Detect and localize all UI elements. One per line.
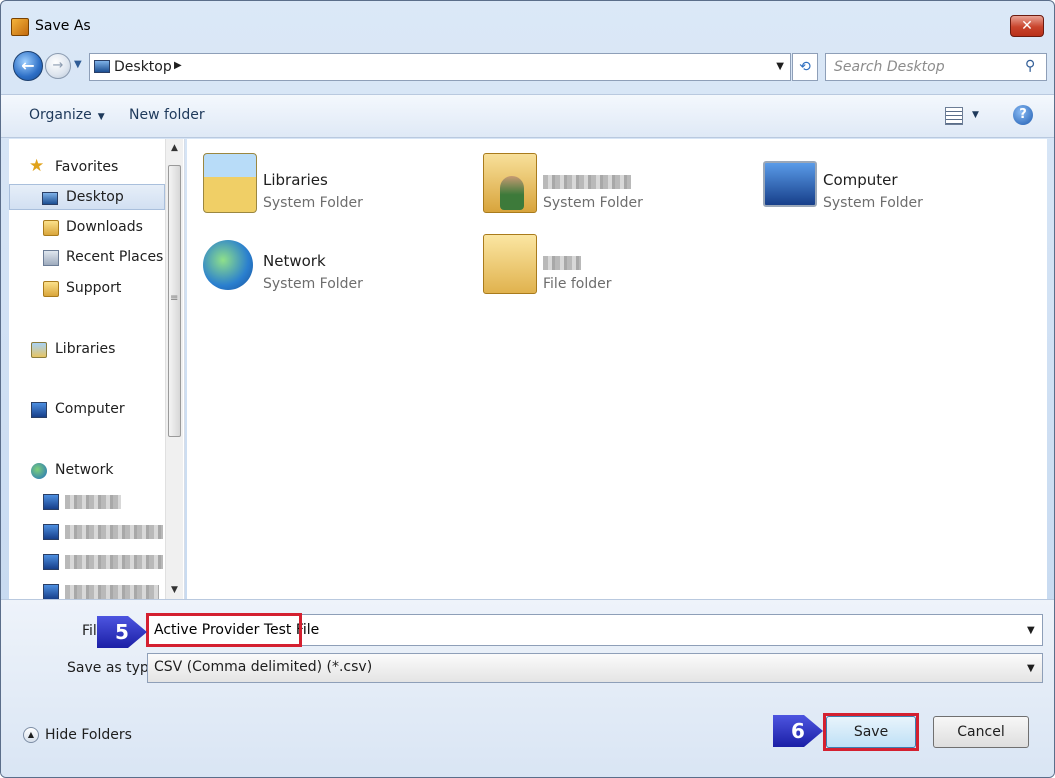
cancel-button[interactable]: Cancel	[933, 716, 1029, 748]
redacted-text	[65, 495, 121, 509]
search-icon[interactable]: ⚲	[1025, 58, 1035, 74]
nav-item-support[interactable]: Support	[9, 276, 165, 302]
network-icon	[203, 240, 253, 290]
desktop-icon	[94, 60, 110, 73]
scroll-down-icon[interactable]: ▼	[171, 585, 178, 595]
libraries-icon	[31, 342, 47, 358]
view-dropdown-icon[interactable]: ▼	[972, 110, 979, 120]
nav-network[interactable]: Network	[9, 458, 165, 484]
nav-computer[interactable]: Computer	[9, 397, 165, 423]
breadcrumb-arrow-icon[interactable]: ▶	[174, 60, 182, 71]
forward-button[interactable]: →	[45, 53, 71, 79]
back-button[interactable]: ←	[13, 51, 43, 81]
nav-item-recent-places[interactable]: Recent Places	[9, 245, 165, 271]
computer-icon	[43, 554, 59, 570]
nav-item-label: Downloads	[66, 219, 143, 235]
address-dropdown-icon[interactable]: ▼	[776, 61, 784, 72]
nav-item-downloads[interactable]: Downloads	[9, 215, 165, 241]
organize-button[interactable]: Organize ▼	[29, 107, 105, 123]
window-title: Save As	[35, 18, 91, 34]
item-desc: File folder	[543, 276, 612, 292]
folder-icon	[483, 234, 537, 294]
item-desc: System Folder	[263, 195, 363, 211]
redacted-text	[543, 256, 581, 270]
nav-network-computer[interactable]	[9, 489, 165, 515]
redacted-text	[65, 555, 163, 569]
toolbar: Organize ▼ New folder ▼	[1, 94, 1054, 138]
refresh-button[interactable]: ⟲	[792, 53, 818, 81]
chevron-down-icon: ▼	[97, 112, 105, 122]
network-icon	[31, 463, 47, 479]
computer-icon	[43, 584, 59, 599]
file-item-network[interactable]: Network System Folder	[187, 228, 447, 300]
item-name: Computer	[823, 171, 898, 189]
organize-label: Organize	[29, 107, 92, 123]
nav-libraries[interactable]: Libraries	[9, 337, 165, 363]
item-desc: System Folder	[263, 276, 363, 292]
nav-item-label: Support	[66, 280, 122, 296]
close-button[interactable]: ✕	[1010, 15, 1044, 37]
app-icon	[11, 18, 29, 36]
file-item-folder[interactable]: File folder	[467, 228, 727, 300]
item-desc: System Folder	[543, 195, 643, 211]
nav-network-computer[interactable]	[9, 579, 165, 599]
file-name-dropdown-icon[interactable]: ▼	[1027, 625, 1035, 636]
user-folder-icon	[483, 153, 537, 213]
new-folder-button[interactable]: New folder	[129, 107, 205, 123]
nav-network-computer[interactable]	[9, 519, 165, 545]
navigation-pane: ★ Favorites Desktop Downloads Recent Pla…	[9, 139, 185, 599]
hide-folders-label: Hide Folders	[45, 727, 132, 743]
star-icon: ★	[29, 156, 45, 176]
chevron-up-icon: ▲	[23, 727, 39, 743]
hide-folders-button[interactable]: ▲ Hide Folders	[23, 727, 132, 743]
file-item-user[interactable]: System Folder	[467, 147, 727, 219]
address-bar[interactable]: Desktop ▶ ▼	[89, 53, 791, 81]
nav-network-label: Network	[55, 462, 114, 478]
item-name: Network	[263, 252, 326, 270]
file-list: Libraries System Folder System Folder Co…	[187, 139, 1047, 599]
computer-icon	[31, 402, 47, 418]
computer-icon	[763, 161, 817, 207]
change-view-icon[interactable]	[945, 107, 963, 125]
file-item-libraries[interactable]: Libraries System Folder	[187, 147, 447, 219]
nav-favorites[interactable]: ★ Favorites	[9, 155, 165, 181]
nav-libraries-label: Libraries	[55, 341, 116, 357]
nav-network-computer[interactable]	[9, 549, 165, 575]
breadcrumb-desktop[interactable]: Desktop	[114, 59, 172, 75]
title-bar: Save As ✕	[1, 1, 1054, 47]
computer-icon	[43, 524, 59, 540]
downloads-folder-icon	[43, 220, 59, 236]
desktop-icon	[42, 192, 58, 205]
nav-item-desktop[interactable]: Desktop	[9, 184, 165, 210]
folder-icon	[43, 281, 59, 297]
search-input[interactable]	[825, 53, 1047, 81]
nav-item-label: Desktop	[66, 189, 124, 205]
item-desc: System Folder	[823, 195, 923, 211]
file-name-input[interactable]	[147, 614, 1043, 646]
redacted-text	[543, 175, 631, 189]
scroll-up-icon[interactable]: ▲	[171, 143, 178, 153]
save-as-dialog: Save As ✕ ← → ▼ Desktop ▶ ▼ ⟲ ⚲ Organize…	[0, 0, 1055, 778]
nav-computer-label: Computer	[55, 401, 125, 417]
libraries-icon	[203, 153, 257, 213]
help-icon[interactable]: ?	[1013, 105, 1033, 125]
nav-pane-scrollbar[interactable]: ▲ ≡ ▼	[165, 139, 183, 599]
nav-item-label: Recent Places	[66, 249, 164, 265]
item-name: Libraries	[263, 171, 328, 189]
nav-favorites-label: Favorites	[55, 159, 119, 175]
recent-places-icon	[43, 250, 59, 266]
save-type-select[interactable]: CSV (Comma delimited) (*.csv)	[147, 653, 1043, 683]
file-name-label: Fil	[82, 623, 97, 639]
save-type-dropdown-icon[interactable]: ▼	[1027, 663, 1035, 674]
redacted-text	[65, 525, 163, 539]
computer-icon	[43, 494, 59, 510]
scrollbar-grip-icon: ≡	[170, 293, 179, 304]
file-item-computer[interactable]: Computer System Folder	[747, 147, 1007, 219]
save-button[interactable]: Save	[826, 716, 916, 748]
redacted-text	[65, 585, 159, 599]
history-dropdown-icon[interactable]: ▼	[74, 59, 82, 70]
